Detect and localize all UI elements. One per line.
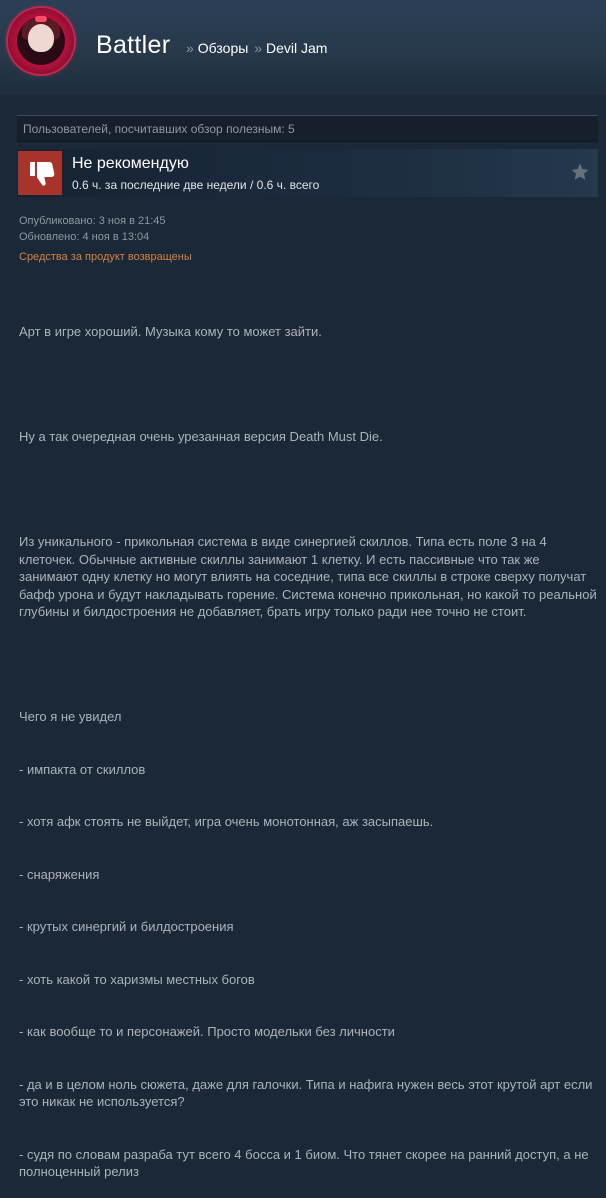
list-item: - судя по словам разраба тут всего 4 бос… xyxy=(19,1146,593,1180)
breadcrumb: » Обзоры » Devil Jam xyxy=(184,40,327,56)
list-item: - хотя афк стоять не выйдет, игра очень … xyxy=(19,814,434,829)
review-paragraph: Ну а так очередная очень урезанная верси… xyxy=(19,429,383,444)
verdict-title: Не рекомендую xyxy=(72,155,189,172)
review-dates: Опубликовано: 3 ноя в 21:45 Обновлено: 4… xyxy=(19,213,166,245)
breadcrumb-reviews-link[interactable]: Обзоры xyxy=(198,40,249,56)
star-icon[interactable] xyxy=(570,162,590,182)
review-body: Арт в игре хороший. Музыка кому то может… xyxy=(19,288,599,1198)
review-paragraph: Арт в игре хороший. Музыка кому то может… xyxy=(19,324,322,339)
breadcrumb-separator: » xyxy=(254,40,262,56)
profile-header: Battler » Обзоры » Devil Jam xyxy=(0,0,606,95)
avatar[interactable] xyxy=(8,8,74,74)
list-item: - хоть какой то харизмы местных богов xyxy=(19,971,255,987)
avatar-face xyxy=(28,24,54,52)
review-verdict: Не рекомендую 0.6 ч. за последние две не… xyxy=(17,149,598,197)
list-item: - да и в целом ноль сюжета, даже для гал… xyxy=(19,1076,597,1110)
breadcrumb-separator: » xyxy=(186,40,194,56)
breadcrumb-game-link[interactable]: Devil Jam xyxy=(266,40,327,56)
list-item: - импакта от скиллов xyxy=(19,761,146,777)
review-paragraph: Из уникального - прикольная система в ви… xyxy=(19,534,601,619)
list-item: - как вообще то и персонажей. Просто мод… xyxy=(19,1024,395,1039)
updated-date: Обновлено: 4 ноя в 13:04 xyxy=(19,231,150,243)
helpful-count: Пользователей, посчитавших обзор полезны… xyxy=(17,115,598,142)
refund-notice: Средства за продукт возвращены xyxy=(19,251,192,263)
avatar-bow xyxy=(35,16,47,22)
list-heading: Чего я не увидел xyxy=(19,709,122,724)
list-item: - крутых синергий и билдостроения xyxy=(19,919,234,934)
list-item: - снаряжения xyxy=(19,866,100,882)
playtime: 0.6 ч. за последние две недели / 0.6 ч. … xyxy=(72,178,320,192)
persona-name[interactable]: Battler xyxy=(96,31,170,60)
posted-date: Опубликовано: 3 ноя в 21:45 xyxy=(19,215,166,227)
thumbs-down-icon xyxy=(18,151,62,195)
